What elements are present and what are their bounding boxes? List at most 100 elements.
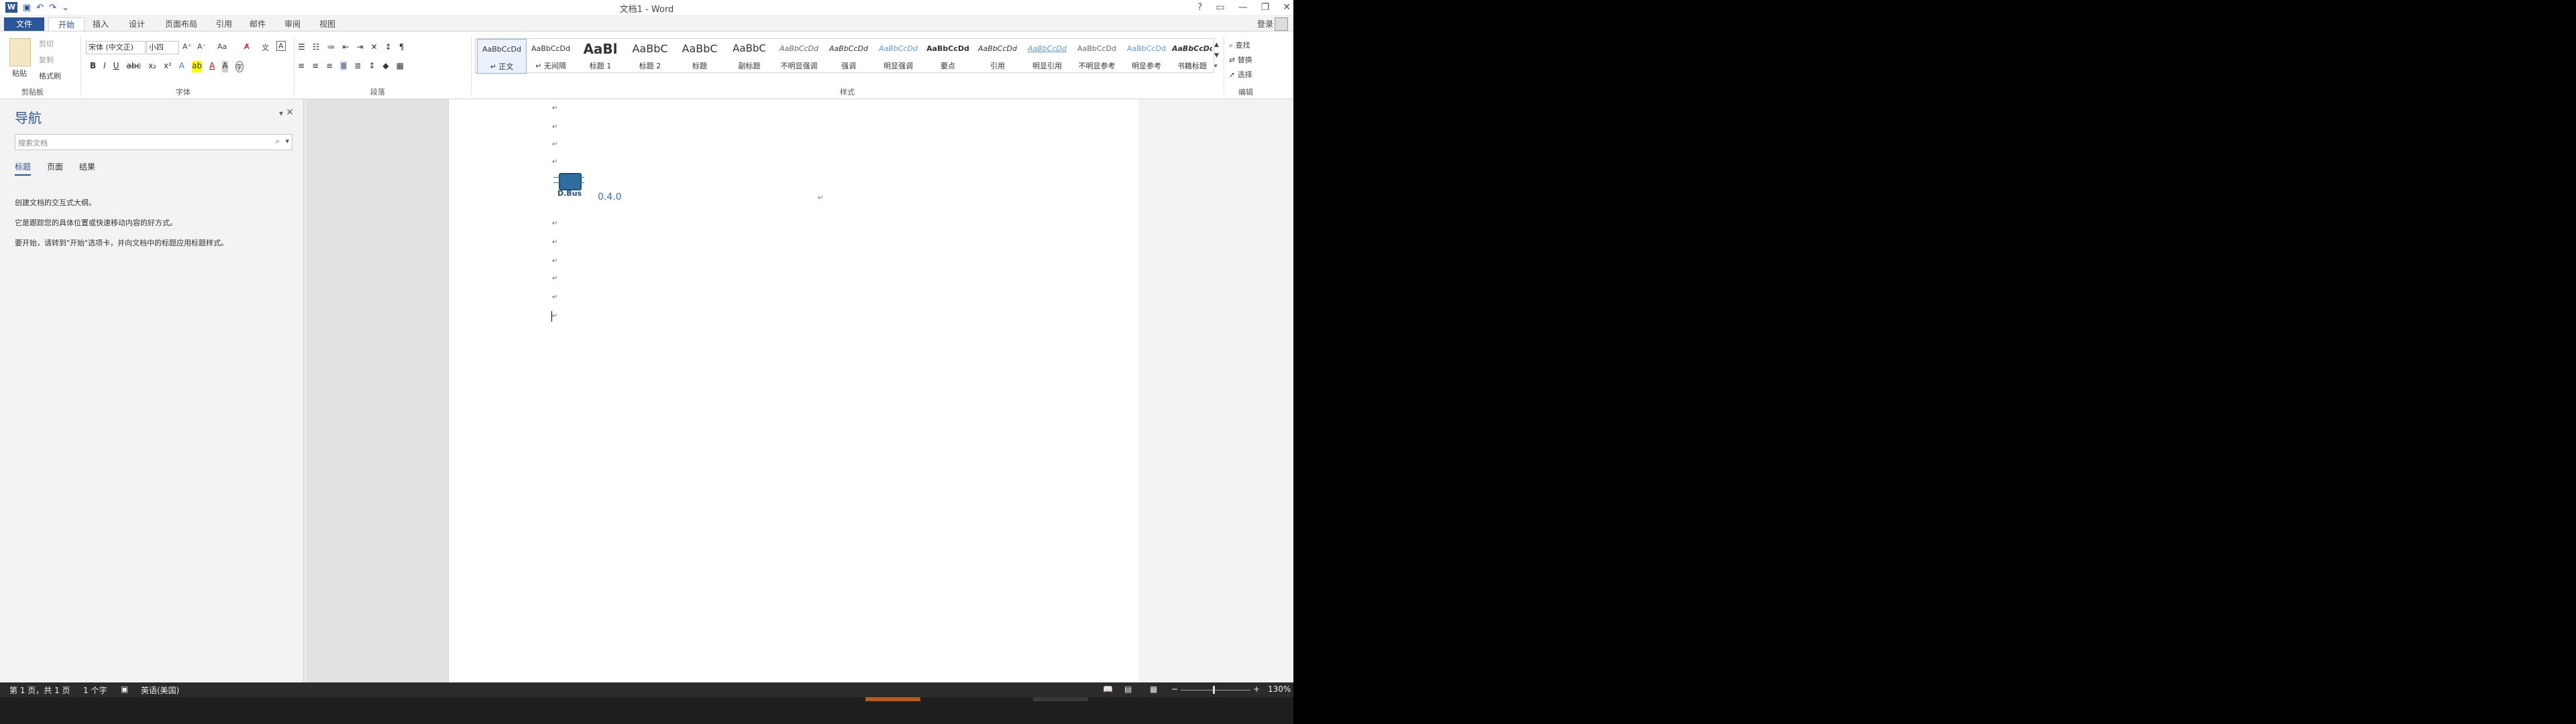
read-mode-icon[interactable]: 📖 — [1103, 684, 1113, 694]
style-intense-quote[interactable]: AaBbCcDd 明显引用 — [1023, 39, 1071, 72]
nav-tab-headings[interactable]: 标题 — [15, 161, 32, 176]
enclose-char-icon[interactable]: 字 — [235, 61, 244, 72]
chinese-layout-icon[interactable]: ✕ — [371, 42, 378, 52]
style-subtle-emphasis[interactable]: AaBbCcDd 不明显强调 — [775, 39, 823, 72]
copy-button[interactable]: 复制 — [39, 54, 54, 65]
zoom-slider-thumb[interactable] — [1213, 686, 1215, 694]
proofing-icon[interactable]: ▣ — [121, 684, 128, 694]
search-dropdown-icon[interactable]: ▾ — [285, 137, 289, 145]
show-marks-icon[interactable]: ¶ — [399, 42, 405, 52]
justify-icon[interactable]: ≣ — [340, 61, 347, 70]
style-quote[interactable]: AaBbCcDd 引用 — [973, 39, 1022, 72]
ribbon-display-button[interactable]: ▭ — [1216, 2, 1224, 13]
change-case-icon[interactable]: Aa — [217, 42, 227, 51]
borders-icon[interactable]: ▦ — [396, 61, 404, 70]
font-name-combo[interactable]: 宋体 (中文正) — [86, 41, 146, 54]
align-center-icon[interactable]: ≡ — [312, 61, 319, 70]
text-cursor — [551, 311, 552, 322]
text-effects-icon[interactable]: A — [179, 61, 184, 72]
shrink-font-icon[interactable]: A⁻ — [197, 42, 206, 51]
search-document-field[interactable]: 搜索文档 ⌕ ▾ — [15, 134, 292, 150]
tab-mailings[interactable]: 邮件 — [243, 17, 272, 31]
phonetic-guide-icon[interactable]: 文 — [262, 42, 269, 53]
bold-button[interactable]: B — [90, 61, 96, 72]
style-intense-emphasis[interactable]: AaBbCcDd 明显强调 — [874, 39, 922, 72]
align-right-icon[interactable]: ≡ — [326, 61, 333, 70]
nav-tab-results[interactable]: 结果 — [79, 161, 95, 172]
nav-close-icon[interactable]: ✕ — [286, 107, 294, 118]
style-no-spacing[interactable]: AaBbCcDd ↵ 无间隔 — [527, 39, 575, 72]
decrease-indent-icon[interactable]: ⇤ — [343, 42, 350, 52]
dbus-logo-image[interactable]: D.Bus — [553, 172, 584, 198]
underline-button[interactable]: U — [113, 61, 119, 72]
nav-tab-pages[interactable]: 页面 — [47, 161, 63, 172]
line-spacing-icon[interactable]: ↕ — [368, 61, 375, 70]
style-subtle-reference[interactable]: AaBbCcDd 不明显参考 — [1073, 39, 1121, 72]
char-border-icon[interactable]: A — [276, 41, 286, 51]
style-emphasis[interactable]: AaBbCcDd 强调 — [824, 39, 873, 72]
italic-button[interactable]: I — [103, 61, 106, 72]
tab-view[interactable]: 视图 — [313, 17, 342, 31]
find-button[interactable]: ⌕ 查找 — [1229, 40, 1250, 50]
taskbar-active-app[interactable] — [865, 697, 920, 701]
search-icon[interactable]: ⌕ — [276, 137, 280, 146]
highlight-icon[interactable]: ab — [192, 61, 203, 72]
font-color-icon[interactable]: A — [209, 61, 215, 72]
style-heading-2[interactable]: AaBbC 标题 2 — [626, 39, 674, 72]
bullets-icon[interactable]: ☰ — [298, 42, 305, 52]
tab-design[interactable]: 设计 — [121, 17, 153, 31]
tab-references[interactable]: 引用 — [209, 17, 239, 31]
cut-button[interactable]: 剪切 — [39, 38, 54, 49]
zoom-out-button[interactable]: − — [1171, 684, 1178, 694]
distributed-icon[interactable]: ≣ — [354, 61, 361, 70]
help-button[interactable]: ? — [1197, 2, 1202, 13]
pane-divider[interactable] — [303, 99, 305, 682]
tab-layout[interactable]: 页面布局 — [157, 17, 205, 31]
increase-indent-icon[interactable]: ⇥ — [357, 42, 364, 52]
tab-home[interactable]: 开始 — [48, 17, 85, 32]
styles-scroll-icon[interactable]: ▲ ▼ ▾ — [1214, 40, 1219, 72]
document-page[interactable]: ↵ ↵ ↵ ↵ D.Bus 0.4.0 ↵ ↵ ↵ ↵ ↵ ↵ ↵ — [448, 99, 1138, 682]
zoom-in-button[interactable]: + — [1253, 684, 1260, 694]
multilevel-list-icon[interactable]: ≔ — [327, 42, 335, 52]
subscript-button[interactable]: x₂ — [148, 61, 156, 72]
tab-file[interactable]: 文件 — [4, 17, 44, 31]
grow-font-icon[interactable]: A⁺ — [182, 42, 191, 51]
strikethrough-button[interactable]: abc — [127, 61, 142, 72]
style-subtitle[interactable]: AaBbC 副标题 — [725, 39, 773, 72]
tab-review[interactable]: 审阅 — [278, 17, 307, 31]
page-count[interactable]: 第 1 页，共 1 页 — [9, 684, 70, 696]
sign-in-link[interactable]: 登录 — [1257, 18, 1273, 29]
paste-button[interactable]: 粘贴 — [12, 68, 27, 78]
style-strong[interactable]: AaBbCcDd 要点 — [924, 39, 972, 72]
sort-icon[interactable]: ↕ — [385, 42, 392, 52]
web-layout-icon[interactable]: ▦ — [1150, 684, 1157, 694]
nav-options-icon[interactable]: ▾ — [279, 109, 283, 118]
clear-format-icon[interactable]: A̸ — [244, 42, 250, 51]
style-intense-reference[interactable]: AaBbCcDd 明显参考 — [1122, 39, 1171, 72]
shading-icon[interactable]: ◆ — [382, 61, 388, 70]
language-indicator[interactable]: 英语(美国) — [141, 684, 179, 696]
close-button[interactable]: ✕ — [1283, 2, 1291, 13]
restore-button[interactable]: ❐ — [1261, 2, 1270, 13]
replace-button[interactable]: ⇄ 替换 — [1229, 54, 1252, 65]
select-button[interactable]: ➚ 选择 — [1229, 69, 1252, 80]
font-size-combo[interactable]: 小四 — [146, 41, 179, 54]
style-normal[interactable]: AaBbCcDd ↵ 正文 — [477, 39, 527, 74]
style-heading-1[interactable]: AaBl 标题 1 — [576, 39, 625, 72]
char-shading-icon[interactable]: A — [222, 61, 228, 72]
numbering-icon[interactable]: ☷ — [313, 42, 320, 52]
superscript-button[interactable]: x² — [164, 61, 172, 72]
style-book-title[interactable]: AaBbCcDd 书籍标题 — [1172, 39, 1212, 72]
print-layout-icon[interactable]: ▤ — [1124, 684, 1132, 694]
format-painter-button[interactable]: 格式刷 — [39, 70, 61, 81]
minimize-button[interactable]: — — [1238, 2, 1248, 13]
zoom-level[interactable]: 130% — [1268, 684, 1291, 694]
avatar[interactable] — [1275, 17, 1288, 31]
style-title[interactable]: AaBbC 标题 — [676, 39, 724, 72]
taskbar-app[interactable] — [1033, 697, 1088, 701]
tab-insert[interactable]: 插入 — [85, 17, 117, 31]
word-count[interactable]: 1 个字 — [83, 684, 107, 696]
align-left-icon[interactable]: ≡ — [298, 61, 305, 70]
clipboard-icon[interactable] — [9, 38, 31, 66]
